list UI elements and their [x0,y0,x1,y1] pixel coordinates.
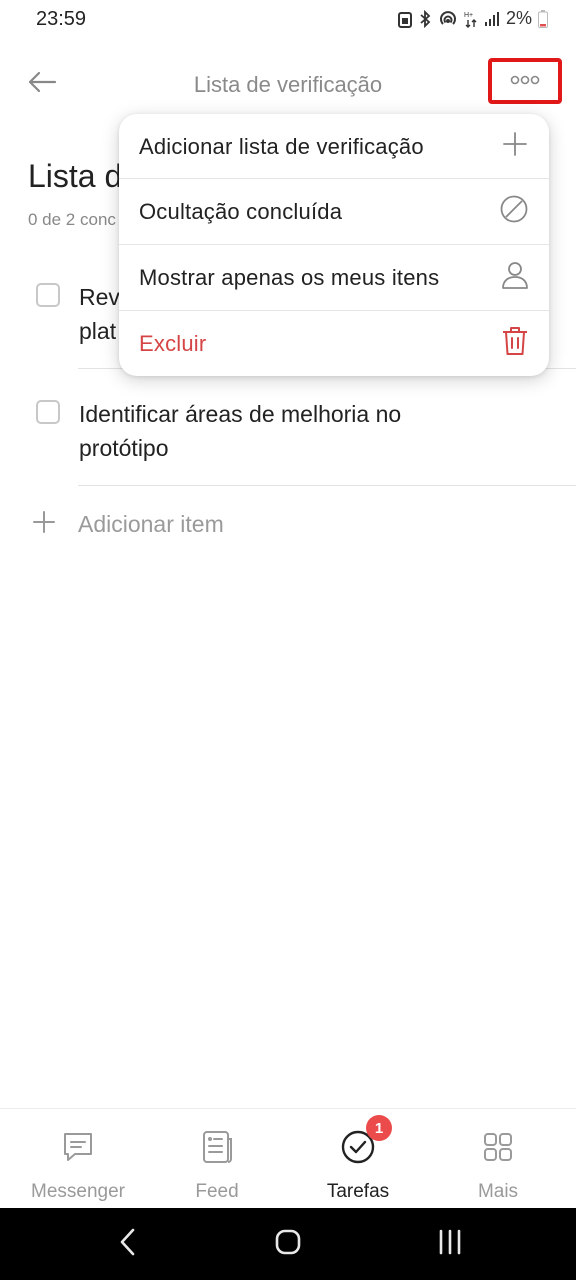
person-icon [501,260,529,295]
nav-item-mais[interactable]: Mais [426,1109,570,1209]
trash-icon [501,325,529,362]
grid-icon [478,1127,518,1167]
recents-icon [437,1229,463,1260]
menu-item-label: Mostrar apenas os meus itens [139,264,440,290]
add-item-button[interactable]: Adicionar item [32,510,224,539]
menu-item-hide-completed[interactable]: Ocultação concluída [119,179,549,244]
system-home-button[interactable] [268,1226,308,1262]
bluetooth-icon [418,9,432,28]
item-checkbox[interactable] [36,400,60,424]
status-time: 23:59 [36,8,87,30]
menu-item-label: Ocultação concluída [139,198,343,224]
nav-item-messenger[interactable]: Messenger [6,1109,150,1209]
nav-label: Feed [195,1181,239,1202]
svg-text:H+: H+ [464,12,473,19]
status-bar: 23:59 H+ 2% [0,0,576,44]
more-horizontal-icon [510,72,540,90]
bottom-nav: Messenger Feed 1 Tarefas Mais [0,1108,576,1209]
nav-label: Messenger [31,1181,125,1202]
more-options-button[interactable] [488,58,562,104]
divider [78,485,576,486]
notification-badge: 1 [366,1115,392,1141]
item-text-line: protótipo [79,435,169,461]
home-icon [274,1228,302,1261]
menu-item-add-checklist[interactable]: Adicionar lista de verificação [119,114,549,179]
battery-icon [538,9,548,28]
item-text[interactable]: Identificar áreas de melhoria no protóti… [79,397,519,465]
chat-icon [58,1127,98,1167]
menu-item-show-my-items[interactable]: Mostrar apenas os meus itens [119,245,549,310]
progress-text: 0 de 2 conc [28,210,116,229]
menu-item-label: Excluir [139,330,207,356]
system-nav-bar [0,1208,576,1280]
feed-icon [197,1127,237,1167]
nav-item-feed[interactable]: Feed [145,1109,289,1209]
add-item-label: Adicionar item [78,511,224,537]
lock-notification-icon [397,10,412,28]
check-circle-icon: 1 [338,1115,392,1167]
system-recents-button[interactable] [430,1226,470,1262]
item-checkbox[interactable] [36,283,60,307]
menu-item-label: Adicionar lista de verificação [139,133,424,159]
list-item: Identificar áreas de melhoria no protóti… [36,397,556,467]
chevron-left-icon [118,1227,138,1262]
hotspot-icon [438,10,458,28]
menu-item-delete[interactable]: Excluir [119,311,549,376]
page-title: Lista d [28,158,123,194]
nav-item-tarefas[interactable]: 1 Tarefas [286,1109,430,1209]
signal-icon [484,11,500,27]
status-icons: H+ 2% [397,8,548,29]
options-menu: Adicionar lista de verificação Ocultação… [119,114,549,376]
system-back-button[interactable] [108,1226,148,1262]
nav-label: Tarefas [326,1181,390,1202]
block-icon [499,194,529,229]
battery-percent: 2% [505,8,532,28]
plus-icon [501,130,529,163]
plus-icon [32,510,56,539]
data-transfer-icon: H+ [464,10,478,28]
nav-label: Mais [477,1181,519,1202]
item-text-line: Identificar áreas de melhoria no [79,401,402,427]
